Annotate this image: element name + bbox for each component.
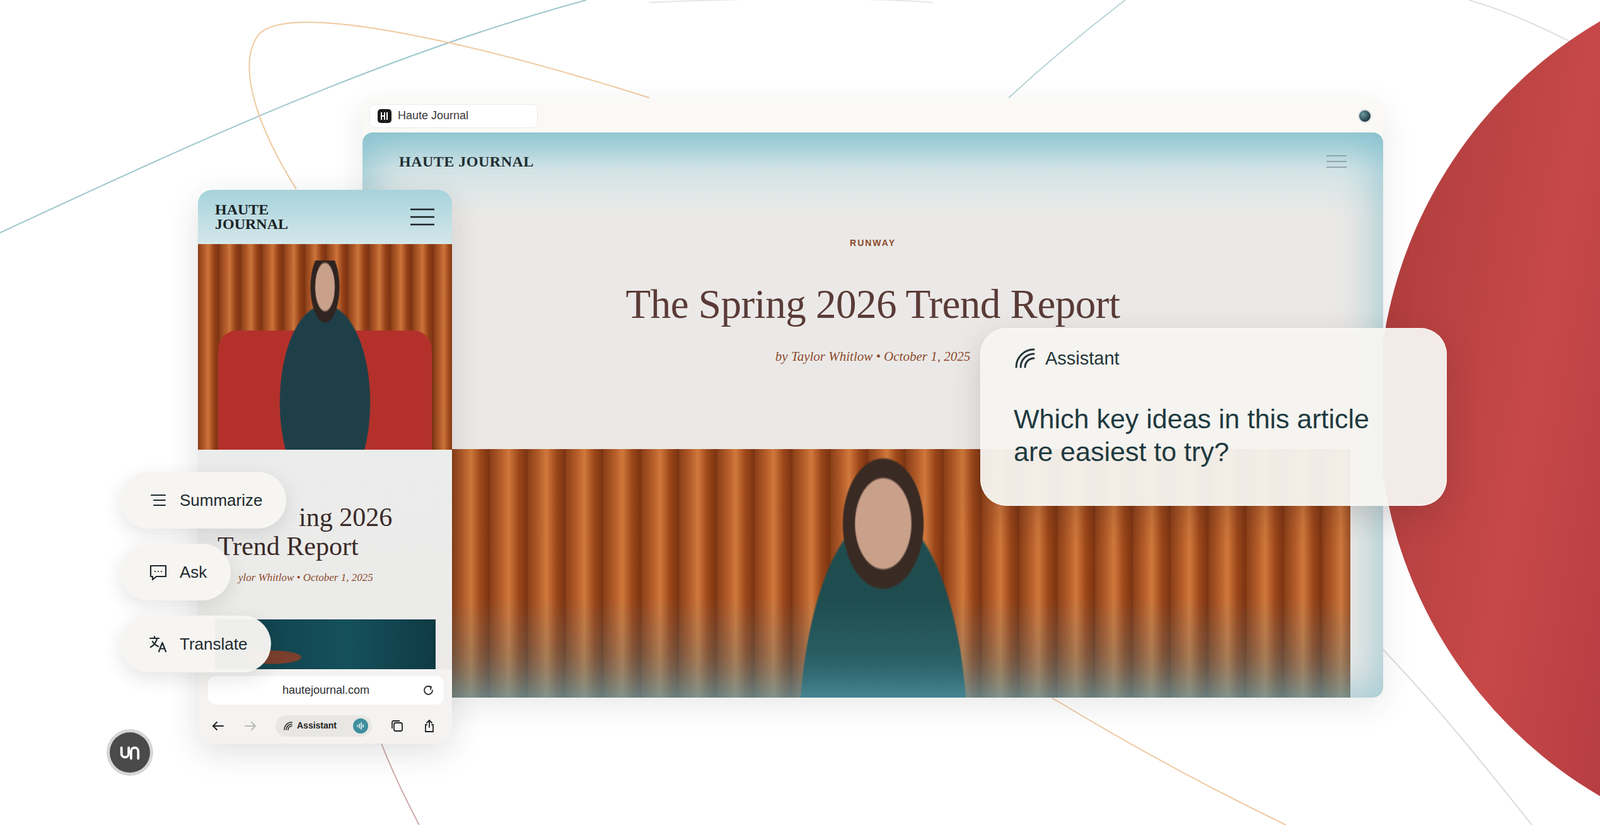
- brand-mark-icon: [117, 740, 142, 765]
- action-chip[interactable]: Ask: [120, 543, 231, 601]
- assistant-icon: [1013, 346, 1037, 370]
- brand-logo-icon[interactable]: [109, 731, 151, 773]
- forward-arrow-icon[interactable]: [243, 718, 258, 733]
- site-header: HAUTE JOURNAL: [362, 132, 1384, 171]
- mobile-site-logo[interactable]: HAUTE JOURNAL: [214, 202, 297, 232]
- summary-lines-icon: [148, 489, 169, 511]
- translate-icon: [148, 633, 169, 654]
- site-logo[interactable]: HAUTE JOURNAL: [399, 152, 534, 171]
- mobile-hero-photo: [197, 243, 453, 450]
- action-label: Translate: [179, 631, 248, 657]
- waveform-icon: [356, 721, 366, 731]
- assistant-icon: [283, 720, 294, 731]
- assistant-label: Assistant: [1045, 346, 1120, 370]
- assistant-card: Assistant Which key ideas in this articl…: [980, 327, 1447, 506]
- mobile-title-line: Trend Report: [197, 531, 453, 561]
- section-label[interactable]: RUNWAY: [362, 237, 1384, 248]
- action-label: Summarize: [179, 487, 263, 513]
- back-arrow-icon[interactable]: [211, 718, 226, 733]
- tab-label: Haute Journal: [397, 107, 469, 125]
- article-title: The Spring 2026 Trend Report: [362, 283, 1384, 325]
- action-chip[interactable]: Translate: [120, 615, 272, 673]
- action-label: Ask: [179, 559, 207, 585]
- tab-bar: Haute Journal: [362, 98, 1384, 133]
- chat-bubble-icon: [148, 561, 169, 582]
- tabs-icon[interactable]: [390, 718, 405, 733]
- voice-button[interactable]: [353, 718, 369, 734]
- share-icon[interactable]: [422, 718, 437, 733]
- mobile-article-byline: ylor Whitlow • October 1, 2025: [197, 570, 453, 585]
- mobile-menu-icon[interactable]: [410, 207, 435, 227]
- mobile-bottom-bar: hautejournal.com Assistant: [197, 668, 453, 744]
- action-chip[interactable]: Summarize: [120, 471, 287, 529]
- profile-avatar-icon[interactable]: [1357, 109, 1372, 123]
- quick-actions: Summarize Ask Translate: [120, 471, 287, 673]
- reload-icon[interactable]: [421, 683, 435, 697]
- menu-icon[interactable]: [1326, 154, 1347, 169]
- address-text: hautejournal.com: [282, 681, 370, 699]
- address-bar[interactable]: hautejournal.com: [208, 675, 444, 705]
- assistant-question: Which key ideas in this article are easi…: [1013, 402, 1392, 468]
- browser-tab[interactable]: Haute Journal: [369, 104, 538, 128]
- mobile-toolbar: Assistant: [208, 711, 444, 740]
- assistant-header: Assistant: [1013, 346, 1422, 370]
- mobile-site-header: HAUTE JOURNAL: [197, 189, 453, 244]
- assistant-pill[interactable]: Assistant: [275, 714, 372, 737]
- site-favicon-icon: [377, 109, 392, 123]
- assistant-pill-label: Assistant: [296, 718, 350, 732]
